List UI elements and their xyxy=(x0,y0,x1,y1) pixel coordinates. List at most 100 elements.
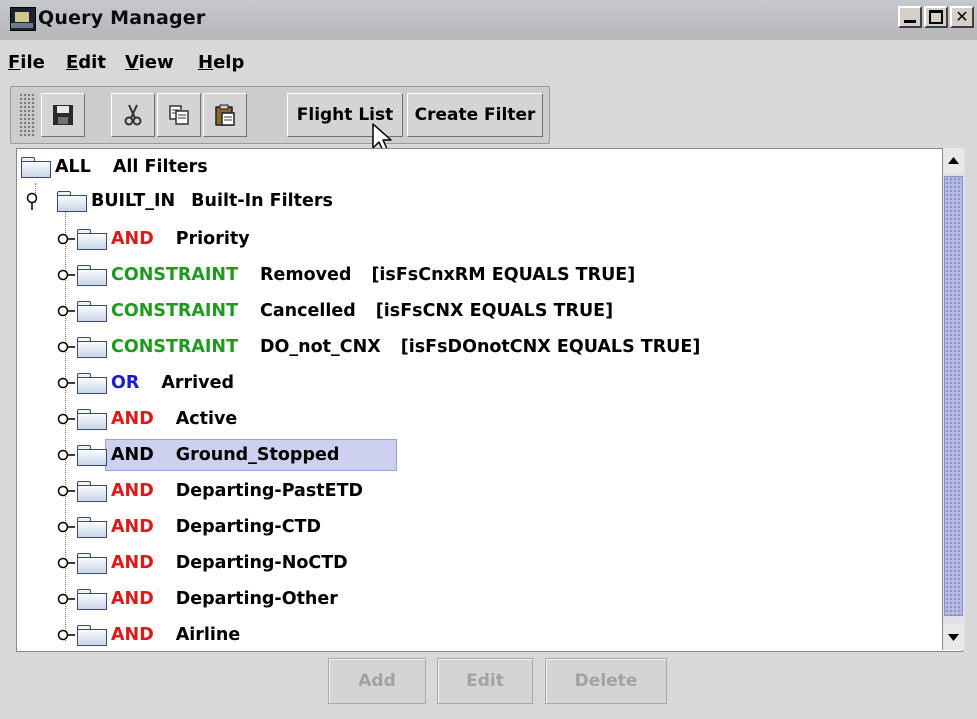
folder-icon xyxy=(77,517,107,538)
folder-icon xyxy=(57,191,87,212)
tree-node[interactable]: OR Arrived xyxy=(17,365,927,401)
collapse-toggle-icon[interactable] xyxy=(57,482,75,500)
copy-button[interactable] xyxy=(157,93,201,137)
node-expression: [isFsDOnotCNX EQUALS TRUE] xyxy=(400,337,701,357)
folder-icon xyxy=(77,625,107,646)
paste-icon xyxy=(215,104,235,126)
collapse-toggle-icon[interactable] xyxy=(57,338,75,356)
node-label: Departing-Other xyxy=(175,589,338,609)
node-expression: [isFsCNX EQUALS TRUE] xyxy=(375,301,614,321)
tree-node[interactable]: CONSTRAINT Removed [isFsCnxRM EQUALS TRUE] xyxy=(17,257,927,293)
scrollbar-thumb[interactable] xyxy=(944,176,963,616)
node-keyword: BUILT_IN xyxy=(91,191,176,211)
folder-icon xyxy=(77,589,107,610)
node-label: Priority xyxy=(175,229,250,249)
menu-edit[interactable]: Edit xyxy=(66,52,106,73)
close-icon: ✕ xyxy=(955,7,969,26)
collapse-toggle-icon[interactable] xyxy=(57,446,75,464)
create-filter-button[interactable]: Create Filter xyxy=(407,93,543,137)
node-keyword: AND xyxy=(111,625,154,645)
tree-node[interactable]: CONSTRAINT DO_not_CNX [isFsDOnotCNX EQUALS… xyxy=(17,329,927,365)
collapse-toggle-icon[interactable] xyxy=(57,302,75,320)
save-button[interactable] xyxy=(41,93,85,137)
delete-button[interactable]: Delete xyxy=(545,658,667,704)
maximize-button[interactable] xyxy=(924,6,948,28)
tree-node-label: AND Departing-CTD xyxy=(111,509,321,545)
toolbar-grip[interactable] xyxy=(19,93,35,137)
filter-tree[interactable]: ALL All Filters BUILT_IN Built-In Filters … xyxy=(16,148,963,652)
node-keyword: AND xyxy=(111,229,154,249)
node-keyword: AND xyxy=(111,553,154,573)
tree-node[interactable]: AND Departing-Other xyxy=(17,581,927,617)
menu-file[interactable]: File xyxy=(8,52,45,73)
folder-icon xyxy=(77,481,107,502)
collapse-toggle-icon[interactable] xyxy=(57,230,75,248)
folder-icon xyxy=(77,445,107,466)
arrow-down-icon xyxy=(948,634,959,641)
node-label: Ground_Stopped xyxy=(175,445,340,465)
menu-help-rest: elp xyxy=(213,52,245,73)
expand-toggle-icon[interactable] xyxy=(23,192,41,210)
node-keyword: AND xyxy=(111,409,154,429)
menu-file-mnemonic: F xyxy=(8,52,21,73)
vertical-scrollbar[interactable] xyxy=(942,148,965,650)
minimize-button[interactable] xyxy=(898,6,922,28)
tree-node[interactable]: AND Departing-PastETD xyxy=(17,473,927,509)
node-label: Airline xyxy=(175,625,241,645)
tree-node[interactable]: AND Departing-NoCTD xyxy=(17,545,927,581)
tree-node-label: CONSTRAINT Cancelled [isFsCNX EQUALS TRUE] xyxy=(111,293,613,329)
collapse-toggle-icon[interactable] xyxy=(57,266,75,284)
scroll-up-button[interactable] xyxy=(943,148,964,174)
node-keyword: ALL xyxy=(55,157,91,177)
node-label: Removed xyxy=(260,265,352,285)
folder-icon xyxy=(21,157,51,178)
save-icon xyxy=(53,105,73,125)
scroll-down-button[interactable] xyxy=(943,624,964,650)
node-keyword: CONSTRAINT xyxy=(111,337,239,357)
collapse-toggle-icon[interactable] xyxy=(57,626,75,644)
menu-edit-rest: dit xyxy=(78,52,106,73)
tree-node-label: AND Departing-NoCTD xyxy=(111,545,348,581)
tree-node-all[interactable]: ALL All Filters xyxy=(17,149,927,185)
edit-button[interactable]: Edit xyxy=(437,658,533,704)
node-keyword: AND xyxy=(111,517,154,537)
tree-node[interactable]: CONSTRAINT Cancelled [isFsCNX EQUALS TRUE] xyxy=(17,293,927,329)
node-keyword: AND xyxy=(111,589,154,609)
collapse-toggle-icon[interactable] xyxy=(57,554,75,572)
tree-node[interactable]: AND Airline xyxy=(17,617,927,651)
tree-node[interactable]: AND Departing-CTD xyxy=(17,509,927,545)
window-title: Query Manager xyxy=(38,7,206,29)
tree-node-label: BUILT_IN Built-In Filters xyxy=(91,183,333,219)
folder-icon xyxy=(77,301,107,322)
tree-node[interactable]: AND Active xyxy=(17,401,927,437)
node-keyword: AND xyxy=(111,445,154,465)
tree-node-label: CONSTRAINT Removed [isFsCnxRM EQUALS TRUE] xyxy=(111,257,635,293)
collapse-toggle-icon[interactable] xyxy=(57,590,75,608)
tree-node-label: CONSTRAINT DO_not_CNX [isFsDOnotCNX EQUALS… xyxy=(111,329,700,365)
folder-icon xyxy=(77,409,107,430)
tree-node-label: AND Airline xyxy=(111,617,241,651)
tree-node-label: AND Priority xyxy=(111,221,250,257)
menu-help[interactable]: Help xyxy=(198,52,244,73)
node-keyword: AND xyxy=(111,481,154,501)
menu-help-mnemonic: H xyxy=(198,52,214,73)
paste-button[interactable] xyxy=(203,93,247,137)
node-keyword: OR xyxy=(111,373,140,393)
tree-node[interactable]: AND Ground_Stopped xyxy=(17,437,927,473)
menu-view[interactable]: View xyxy=(125,52,174,73)
tree-node-label: AND Active xyxy=(111,401,237,437)
folder-icon xyxy=(77,373,107,394)
cut-button[interactable] xyxy=(111,93,155,137)
tree-node-builtin[interactable]: BUILT_IN Built-In Filters xyxy=(17,183,927,219)
collapse-toggle-icon[interactable] xyxy=(57,410,75,428)
title-bar[interactable]: Query Manager ✕ xyxy=(0,0,977,40)
folder-icon xyxy=(77,553,107,574)
close-button[interactable]: ✕ xyxy=(950,6,974,28)
tree-node-label: ALL All Filters xyxy=(55,149,208,185)
add-button[interactable]: Add xyxy=(328,658,426,704)
collapse-toggle-icon[interactable] xyxy=(57,374,75,392)
node-label: Active xyxy=(175,409,238,429)
toolbar: Flight List Create Filter xyxy=(10,86,550,144)
collapse-toggle-icon[interactable] xyxy=(57,518,75,536)
tree-node[interactable]: AND Priority xyxy=(17,221,927,257)
